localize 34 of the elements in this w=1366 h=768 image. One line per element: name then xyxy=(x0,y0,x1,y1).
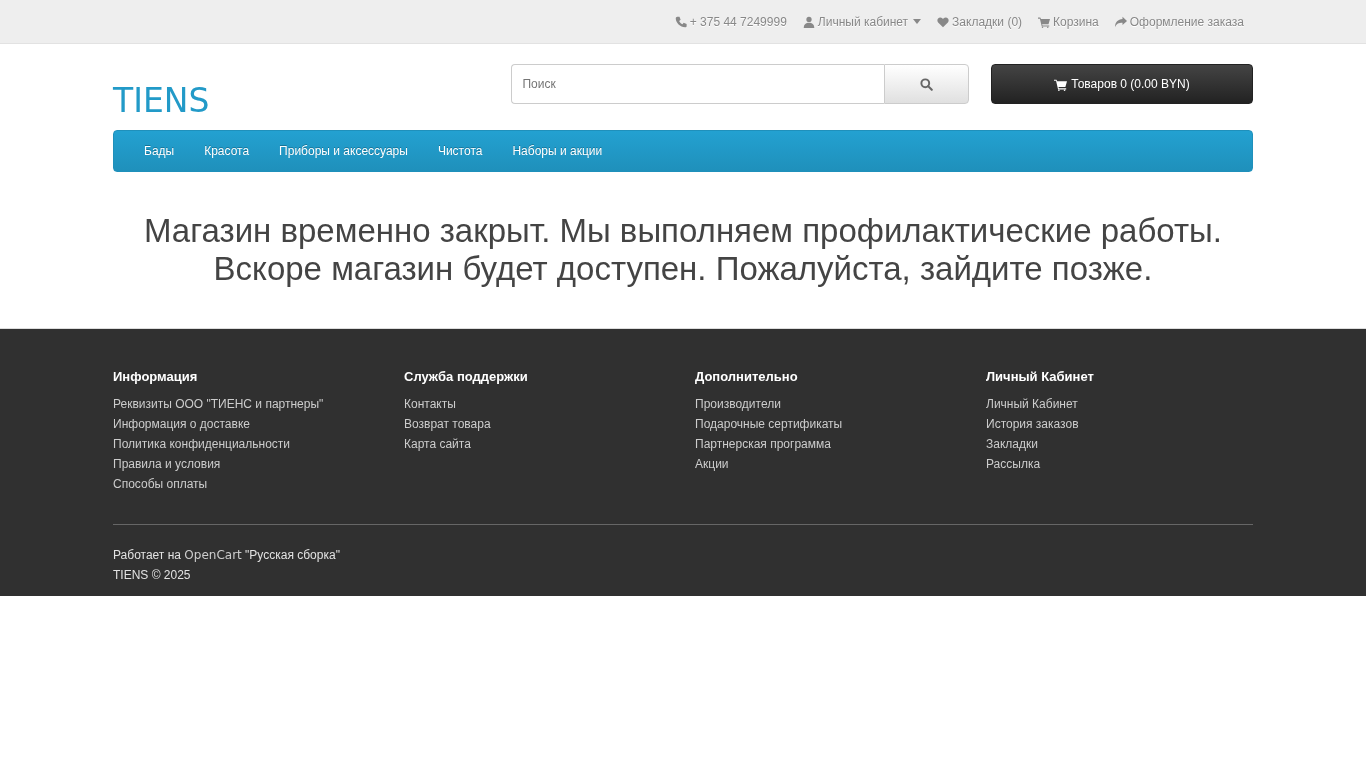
footer-link[interactable]: Способы оплаты xyxy=(113,474,380,495)
footer-heading: Информация xyxy=(113,368,199,385)
cart-icon xyxy=(1038,15,1051,28)
footer-heading: Служба поддержки xyxy=(404,368,529,385)
footer-link[interactable]: Рассылка xyxy=(986,454,1253,475)
footer-heading: Личный Кабинет xyxy=(986,368,1095,385)
search-icon xyxy=(920,78,934,92)
footer-link[interactable]: Карта сайта xyxy=(404,434,671,455)
footer-link[interactable]: Политика конфиденциальности xyxy=(113,434,380,455)
heart-icon xyxy=(937,15,950,28)
footer-link[interactable]: Личный Кабинет xyxy=(986,394,1253,415)
footer-link[interactable]: Реквизиты ООО "ТИЕНС и партнеры" xyxy=(113,394,380,415)
user-icon xyxy=(802,15,815,28)
footer-link[interactable]: Правила и условия xyxy=(113,454,380,475)
footer-link[interactable]: Подарочные сертификаты xyxy=(695,414,962,435)
phone-icon xyxy=(674,15,687,28)
footer-link[interactable]: Контакты xyxy=(404,394,671,415)
footer-link[interactable]: Акции xyxy=(695,454,962,475)
footer-link[interactable]: Информация о доставке xyxy=(113,414,380,435)
footer-link[interactable]: Партнерская программа xyxy=(695,434,962,455)
opencart-link[interactable]: OpenCart xyxy=(184,548,242,563)
copyright-text: TIENS © 2025 xyxy=(113,567,192,585)
footer-link[interactable]: Возврат товара xyxy=(404,414,671,435)
share-icon xyxy=(1114,15,1127,28)
footer-link[interactable]: Закладки xyxy=(986,434,1253,455)
search-field[interactable]: Поиск xyxy=(511,64,885,104)
footer-link[interactable]: История заказов xyxy=(986,414,1253,435)
maintenance-message: Магазин временно закрыт. Мы выполняем профилактические работы. Вскоре магазин будет доступен. Пожалуйста, зайдите позже. xyxy=(143,212,1223,288)
cart-button[interactable]: Товаров 0 (0.00 BYN) xyxy=(991,64,1253,104)
powered-by-text: Работает на OpenCart "Русская сборка" xyxy=(113,547,341,565)
footer-link[interactable]: Производители xyxy=(695,394,962,415)
search-button[interactable] xyxy=(884,64,970,104)
cart-icon xyxy=(1054,77,1068,91)
footer-heading: Дополнительно xyxy=(695,368,799,385)
